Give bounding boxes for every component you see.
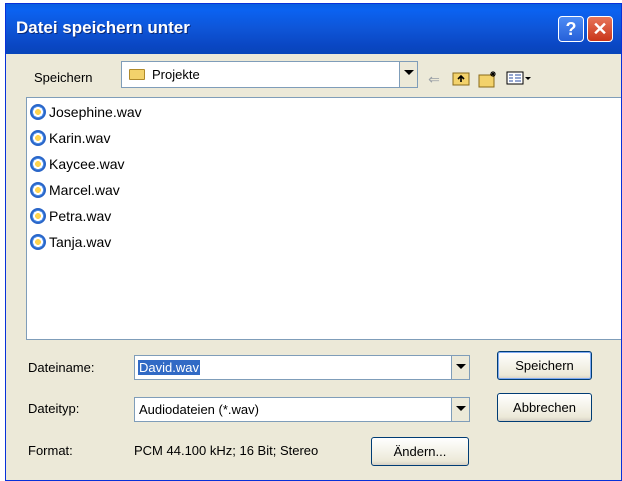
file-name: Kaycee.wav [49, 156, 125, 172]
save-in-combo[interactable]: Projekte [121, 61, 418, 88]
audio-file-icon [30, 130, 46, 146]
list-item[interactable]: Karin.wav [30, 127, 110, 149]
file-name: Josephine.wav [49, 104, 142, 120]
change-format-button[interactable]: Ändern... [371, 437, 469, 466]
list-item[interactable]: Tanja.wav [30, 231, 111, 253]
list-item[interactable]: Petra.wav [30, 205, 111, 227]
save-in-value: Projekte [152, 67, 200, 82]
save-in-label: Speichern [34, 70, 93, 85]
view-menu-icon[interactable] [505, 70, 533, 88]
filetype-select[interactable]: Audiodateien (*.wav) [134, 397, 470, 422]
close-button[interactable]: ✕ [587, 16, 613, 42]
format-value: PCM 44.100 kHz; 16 Bit; Stereo [134, 443, 319, 458]
audio-file-icon [30, 182, 46, 198]
audio-file-icon [30, 208, 46, 224]
new-folder-icon[interactable] [478, 70, 498, 88]
help-button[interactable]: ? [558, 16, 584, 42]
cancel-button[interactable]: Abbrechen [497, 393, 592, 422]
filename-field[interactable]: David.wav [134, 355, 470, 380]
save-button[interactable]: Speichern [497, 351, 592, 380]
folder-icon [129, 69, 145, 80]
filetype-value: Audiodateien (*.wav) [139, 402, 259, 417]
chevron-down-icon[interactable] [451, 356, 469, 379]
save-as-dialog: Datei speichern unter ? ✕ Speichern Proj… [5, 3, 622, 481]
file-name: Marcel.wav [49, 182, 120, 198]
list-item[interactable]: Josephine.wav [30, 101, 142, 123]
filename-label: Dateiname: [28, 360, 95, 375]
file-name: Tanja.wav [49, 234, 112, 250]
back-arrow-icon[interactable]: ⇐ [424, 70, 444, 88]
title-bar[interactable]: Datei speichern unter ? ✕ [6, 4, 621, 54]
folder-up-icon[interactable] [451, 70, 471, 88]
format-label: Format: [28, 443, 73, 458]
audio-file-icon [30, 104, 46, 120]
window-title: Datei speichern unter [16, 18, 190, 37]
list-item[interactable]: Kaycee.wav [30, 153, 124, 175]
filename-value: David.wav [138, 360, 200, 375]
audio-file-icon [30, 234, 46, 250]
audio-file-icon [30, 156, 46, 172]
filetype-label: Dateityp: [28, 401, 80, 416]
file-name: Karin.wav [49, 130, 111, 146]
list-item[interactable]: Marcel.wav [30, 179, 120, 201]
chevron-down-icon[interactable] [451, 398, 469, 421]
file-name: Petra.wav [49, 208, 112, 224]
chevron-down-icon[interactable] [399, 62, 417, 87]
file-list[interactable]: Josephine.wav Karin.wav Kaycee.wav Marce… [26, 97, 621, 340]
